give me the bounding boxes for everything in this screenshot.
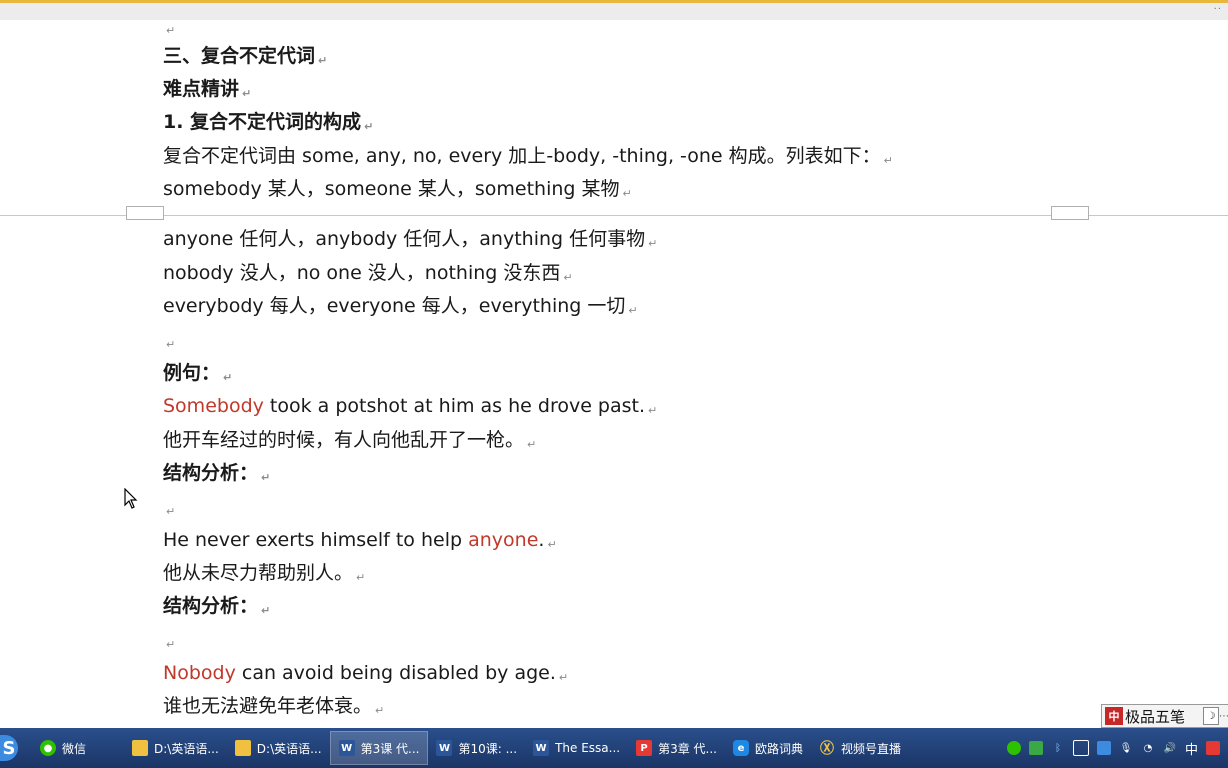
microphone-icon[interactable]: 🎙 — [1119, 741, 1133, 755]
video-icon: Ⓧ — [820, 741, 834, 757]
document-page[interactable]: ↵ 三、复合不定代词 ↵ 难点精讲 ↵ 1. 复合不定代词的构成 ↵ 复合不定代词由 … — [0, 20, 1228, 728]
taskbar-item-pdf[interactable]: P 第3章 代... — [628, 731, 725, 765]
taskbar-item-wechat[interactable]: ● 微信 — [32, 731, 94, 765]
taskbar-item-label: 第3章 代... — [658, 741, 717, 756]
list-line-every: everybody 每人，everyone 每人，everything 一切 ↵ — [163, 295, 638, 317]
taskbar-item-folder-2[interactable]: D:\英语语... — [227, 731, 330, 765]
analysis-label-2: 结构分析： ↵ — [163, 595, 271, 617]
taskbar-item-label: 微信 — [62, 741, 87, 756]
item-heading: 1. 复合不定代词的构成 ↵ — [163, 111, 374, 133]
empty-paragraph: ↵ — [166, 505, 176, 518]
notification-icon[interactable] — [1206, 741, 1220, 755]
volume-icon[interactable]: 🔊 — [1163, 741, 1177, 755]
sub-heading: 难点精讲 ↵ — [163, 78, 252, 100]
list-line-no: nobody 没人，no one 没人，nothing 没东西 ↵ — [163, 262, 573, 284]
taskbar-item-label: D:\英语语... — [154, 741, 219, 756]
taskbar-item-word-essay[interactable]: W The Essa... — [525, 731, 628, 765]
taskbar-item-label: 第3课 代... — [360, 741, 420, 756]
intro-paragraph: 复合不定代词由 some, any, no, every 加上-body, -t… — [163, 145, 893, 167]
sync-icon[interactable] — [1028, 741, 1043, 755]
ruler-bar: ·· — [0, 3, 1228, 21]
ime-grip-icon[interactable]: ⋯ — [1219, 711, 1228, 722]
taskbar-item-label: The Essa... — [555, 741, 621, 755]
ime-name: 极品五笔 — [1125, 707, 1186, 726]
dictionary-icon: e — [732, 740, 749, 756]
example-2-translation: 他从未尽力帮助别人。 ↵ — [163, 562, 366, 584]
taskbar-item-folder-1[interactable]: D:\英语语... — [124, 731, 227, 765]
example-3-sentence: Nobody can avoid being disabled by age. ↵ — [163, 662, 569, 684]
taskbar-item-word-lesson3[interactable]: W 第3课 代... — [329, 731, 429, 765]
battery-icon[interactable] — [1072, 740, 1089, 756]
example-1-sentence: Somebody took a potshot at him as he dro… — [163, 395, 658, 417]
taskbar: S ● 微信 D:\英语语... D:\英语语... W 第3课 代... W … — [0, 728, 1228, 768]
more-icon[interactable]: ·· — [1214, 4, 1222, 15]
page-break — [0, 215, 1228, 216]
ime-toolbar[interactable]: 中 极品五笔 ☽ ⋯ — [1101, 704, 1228, 728]
word-icon: W — [436, 740, 453, 756]
word-icon: W — [533, 740, 550, 756]
page-corner-right — [1051, 206, 1089, 220]
input-language[interactable]: 中 — [1185, 739, 1198, 758]
ime-logo-icon: 中 — [1105, 707, 1123, 725]
list-line-some: somebody 某人，someone 某人，something 某物 ↵ — [163, 178, 632, 200]
security-icon[interactable] — [1096, 741, 1111, 755]
page-corner-left — [126, 206, 164, 220]
example-1-translation: 他开车经过的时候，有人向他乱开了一枪。 ↵ — [163, 429, 537, 451]
list-line-any: anyone 任何人，anybody 任何人，anything 任何事物 ↵ — [163, 228, 658, 250]
start-button[interactable]: S — [0, 735, 18, 761]
taskbar-item-label: 欧路词典 — [754, 741, 803, 756]
taskbar-item-label: D:\英语语... — [256, 741, 322, 756]
folder-icon — [132, 740, 149, 756]
system-tray: ᛒ 🎙 ◔ 🔊 中 — [1006, 739, 1228, 758]
taskbar-item-dictionary[interactable]: e 欧路词典 — [725, 731, 811, 765]
taskbar-item-label: 第10课: ... — [458, 741, 518, 756]
mouse-cursor-icon — [124, 488, 138, 509]
wifi-icon[interactable]: ◔ — [1141, 741, 1155, 755]
word-icon: W — [338, 740, 355, 756]
moon-icon[interactable]: ☽ — [1203, 707, 1219, 725]
taskbar-item-video-live[interactable]: Ⓧ 视频号直播 — [811, 731, 909, 765]
taskbar-item-word-lesson10[interactable]: W 第10课: ... — [428, 731, 525, 765]
example-3-translation: 谁也无法避免年老体衰。 ↵ — [163, 695, 385, 717]
empty-paragraph: ↵ — [166, 24, 176, 37]
examples-label: 例句： ↵ — [163, 362, 233, 384]
pdf-icon: P — [636, 740, 653, 756]
section-heading: 三、复合不定代词 ↵ — [163, 45, 328, 67]
empty-paragraph: ↵ — [166, 338, 176, 351]
taskbar-item-label: 视频号直播 — [841, 741, 902, 756]
wechat-icon: ● — [40, 740, 56, 756]
folder-icon — [234, 740, 251, 756]
wechat-tray-icon[interactable] — [1006, 741, 1021, 755]
empty-paragraph: ↵ — [166, 638, 176, 651]
analysis-label-1: 结构分析： ↵ — [163, 462, 271, 484]
example-2-sentence: He never exerts himself to help anyone. ↵ — [163, 529, 557, 551]
bluetooth-icon[interactable]: ᛒ — [1051, 741, 1065, 755]
